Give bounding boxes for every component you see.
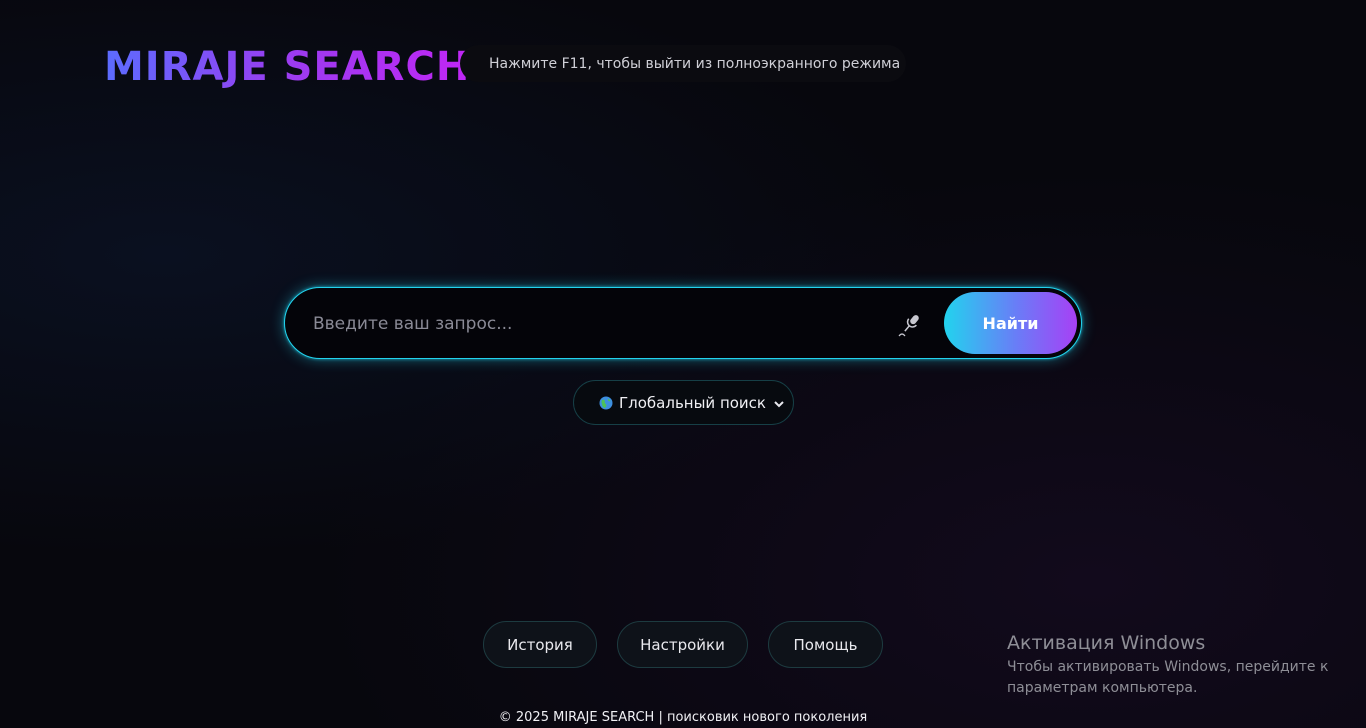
fullscreen-hint: Нажмите F11, чтобы выйти из полноэкранно… (460, 45, 906, 82)
activation-line-1: Чтобы активировать Windows, перейдите к (1007, 659, 1329, 675)
chevron-down-icon (773, 396, 785, 408)
settings-button[interactable]: Настройки (617, 621, 748, 668)
logo[interactable]: MIRAJE SEARCH (104, 44, 470, 90)
fullscreen-hint-text: Нажмите F11, чтобы выйти из полноэкранно… (489, 55, 901, 72)
windows-activation-watermark: Активация Windows Чтобы активировать Win… (1007, 632, 1347, 699)
search-scope-select[interactable]: Глобальный поиск (573, 380, 794, 425)
globe-icon (599, 396, 613, 410)
activation-description: Чтобы активировать Windows, перейдите к … (1007, 657, 1347, 699)
search-scope-label: Глобальный поиск (619, 393, 766, 412)
search-bar: Найти (284, 287, 1082, 359)
activation-title: Активация Windows (1007, 632, 1206, 654)
search-input[interactable] (313, 306, 873, 342)
help-button[interactable]: Помощь (768, 621, 883, 668)
history-button[interactable]: История (483, 621, 597, 668)
footer: © 2025 MIRAJE SEARCH | поисковик нового … (498, 710, 868, 725)
activation-line-2: параметрам компьютера. (1007, 680, 1198, 696)
microphone-icon[interactable] (895, 310, 925, 340)
search-button[interactable]: Найти (944, 292, 1077, 354)
